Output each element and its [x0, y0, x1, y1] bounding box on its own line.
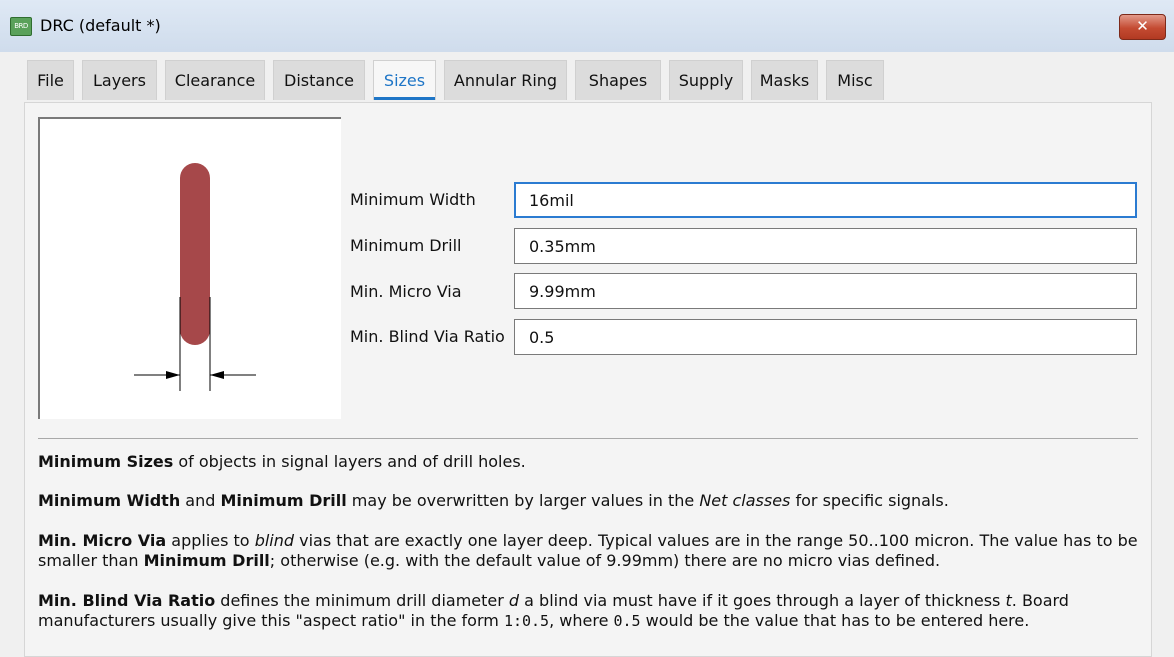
description-width-drill: Minimum Width and Minimum Drill may be o… — [38, 491, 1138, 511]
track-width-diagram-icon — [134, 163, 256, 391]
tab-supply[interactable]: Supply — [669, 60, 743, 100]
preview-image — [38, 117, 341, 419]
text-run: Minimum Sizes — [38, 452, 174, 471]
close-button[interactable]: ✕ — [1119, 14, 1166, 40]
text-run: Min. Micro Via — [38, 531, 167, 550]
tab-file[interactable]: File — [27, 60, 74, 100]
text-run: ; otherwise (e.g. with the default value… — [269, 551, 941, 570]
text-run: Minimum Width — [38, 491, 181, 510]
text-run: Min. Blind Via Ratio — [38, 591, 216, 610]
description-minimum-sizes: Minimum Sizes of objects in signal layer… — [38, 452, 1138, 472]
app-icon: BRD — [10, 17, 32, 36]
text-run: Minimum Drill — [220, 491, 347, 510]
text-run: blind — [254, 531, 295, 550]
text-run: defines the minimum drill diameter — [215, 591, 509, 610]
text-run: and — [180, 491, 221, 510]
minimum-drill-label: Minimum Drill — [350, 236, 462, 255]
min-micro-via-input[interactable] — [514, 273, 1137, 309]
min-blind-via-ratio-input[interactable] — [514, 319, 1137, 355]
tab-masks[interactable]: Masks — [751, 60, 818, 100]
minimum-drill-input[interactable] — [514, 228, 1137, 264]
text-run: 0.5 — [613, 612, 641, 630]
text-run: Net classes — [699, 491, 791, 510]
close-icon: ✕ — [1136, 17, 1149, 35]
text-run: , where — [549, 611, 614, 630]
description-blind-via-ratio: Min. Blind Via Ratio defines the minimum… — [38, 591, 1138, 631]
minimum-width-label: Minimum Width — [350, 190, 476, 209]
min-micro-via-label: Min. Micro Via — [350, 282, 462, 301]
text-run: d — [508, 591, 520, 610]
tab-misc[interactable]: Misc — [826, 60, 884, 100]
text-run: Minimum Drill — [143, 551, 270, 570]
window-title: DRC (default *) — [40, 16, 161, 35]
tab-distance[interactable]: Distance — [273, 60, 365, 100]
tab-layers[interactable]: Layers — [82, 60, 157, 100]
divider — [38, 438, 1138, 439]
text-run: applies to — [166, 531, 255, 550]
description-micro-via: Min. Micro Via applies to blind vias tha… — [38, 531, 1138, 571]
text-run: a blind via must have if it goes through… — [519, 591, 1006, 610]
text-run: 1:0.5 — [503, 612, 550, 630]
text-run: of objects in signal layers and of drill… — [173, 452, 526, 471]
text-run: may be overwritten by larger values in t… — [346, 491, 700, 510]
tab-annular-ring[interactable]: Annular Ring — [444, 60, 567, 100]
text-run: for specific signals. — [790, 491, 949, 510]
min-blind-via-ratio-label: Min. Blind Via Ratio — [350, 327, 505, 346]
window-titlebar: BRD DRC (default *) ✕ — [0, 0, 1174, 53]
text-run: would be the value that has to be entere… — [640, 611, 1030, 630]
tab-shapes[interactable]: Shapes — [575, 60, 661, 100]
tab-sizes[interactable]: Sizes — [373, 60, 436, 100]
tab-clearance[interactable]: Clearance — [165, 60, 265, 100]
minimum-width-input[interactable] — [514, 182, 1137, 218]
